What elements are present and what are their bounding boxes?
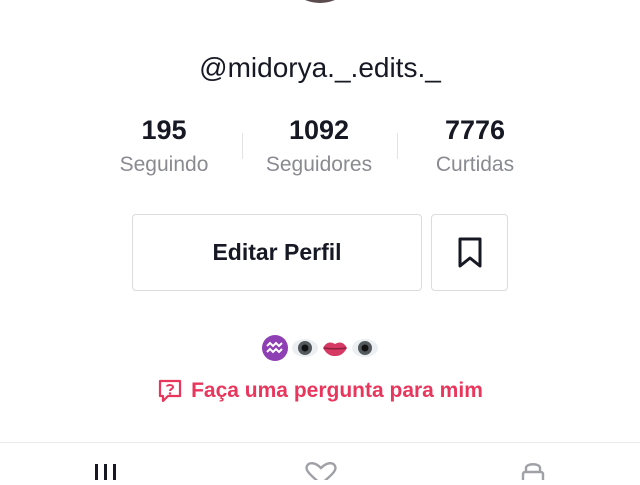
bookmark-icon — [458, 237, 481, 267]
likes-label: Curtidas — [435, 153, 515, 176]
following-count: 195 — [141, 115, 187, 145]
followers-count: 1092 — [288, 115, 350, 145]
followers-label: Seguidores — [265, 153, 373, 176]
lips-icon — [321, 334, 349, 362]
edit-profile-label: Editar Perfil — [212, 239, 342, 265]
eye-icon — [291, 334, 319, 362]
question-bubble-icon — [159, 379, 182, 403]
tabs-divider — [0, 442, 640, 443]
eye-icon — [351, 334, 379, 362]
bio-emojis — [0, 334, 640, 362]
lock-icon — [521, 463, 545, 485]
tab-private[interactable] — [518, 460, 548, 485]
bookmark-button[interactable] — [431, 214, 508, 291]
stat-divider — [242, 133, 243, 159]
likes-count: 7776 — [444, 115, 506, 145]
stat-likes[interactable]: 7776 Curtidas — [400, 114, 550, 178]
grid-icon — [95, 464, 116, 480]
tab-liked[interactable] — [303, 460, 339, 485]
stat-following[interactable]: 195 Seguindo — [89, 114, 239, 178]
liked-heart-icon — [305, 462, 337, 485]
username: @midorya._.edits._ — [199, 52, 441, 83]
ask-question-link[interactable]: Faça uma pergunta para mim — [0, 378, 640, 404]
following-label: Seguindo — [119, 153, 209, 176]
ask-question-label: Faça uma pergunta para mim — [191, 379, 483, 402]
tab-videos[interactable] — [93, 460, 121, 485]
edit-profile-button[interactable]: Editar Perfil — [132, 214, 422, 291]
stat-divider — [397, 133, 398, 159]
aquarius-icon — [261, 334, 289, 362]
stat-followers[interactable]: 1092 Seguidores — [244, 114, 394, 178]
